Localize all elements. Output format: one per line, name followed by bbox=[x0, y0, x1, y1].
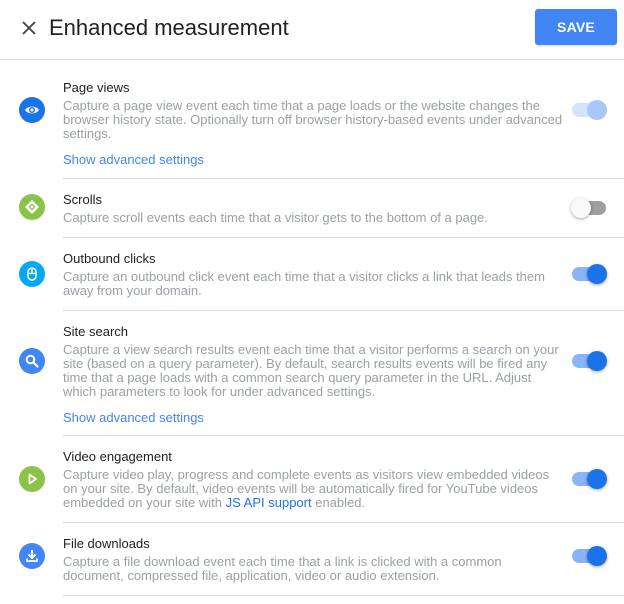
mouse-icon bbox=[19, 261, 45, 287]
video-engagement-toggle[interactable] bbox=[571, 469, 607, 489]
setting-name: Scrolls bbox=[63, 192, 103, 207]
setting-name: Outbound clicks bbox=[63, 251, 156, 266]
toggle-thumb bbox=[571, 198, 591, 218]
setting-description: Capture video play, progress and complet… bbox=[63, 468, 563, 510]
file-downloads-toggle[interactable] bbox=[571, 546, 607, 566]
description-text: enabled. bbox=[311, 495, 366, 510]
scrolls-toggle[interactable] bbox=[571, 198, 607, 218]
divider bbox=[63, 178, 624, 179]
setting-description: Capture an outbound click event each tim… bbox=[63, 269, 545, 298]
show-advanced-settings-link[interactable]: Show advanced settings bbox=[63, 152, 204, 167]
page-views-toggle[interactable] bbox=[571, 100, 607, 120]
setting-name: Page views bbox=[63, 80, 130, 95]
site-search-toggle[interactable] bbox=[571, 351, 607, 371]
search-icon bbox=[19, 348, 45, 374]
page-title: Enhanced measurement bbox=[49, 15, 289, 40]
setting-description: Capture a file download event each time … bbox=[63, 554, 502, 583]
setting-description: Capture a page view event each time that… bbox=[63, 98, 563, 141]
dialog-header: Enhanced measurement SAVE bbox=[0, 0, 624, 60]
close-icon bbox=[22, 21, 36, 35]
play-icon bbox=[19, 466, 45, 492]
close-button[interactable] bbox=[18, 17, 40, 39]
divider bbox=[63, 310, 624, 311]
toggle-thumb bbox=[587, 351, 607, 371]
toggle-thumb bbox=[587, 469, 607, 489]
scroll-icon bbox=[19, 194, 45, 220]
divider bbox=[63, 522, 624, 523]
toggle-thumb bbox=[587, 264, 607, 284]
eye-icon bbox=[19, 97, 45, 123]
show-advanced-settings-link[interactable]: Show advanced settings bbox=[63, 410, 204, 425]
divider bbox=[63, 435, 624, 436]
outbound-clicks-toggle[interactable] bbox=[571, 264, 607, 284]
download-icon bbox=[19, 543, 45, 569]
toggle-thumb bbox=[587, 546, 607, 566]
divider bbox=[63, 237, 624, 238]
setting-name: Site search bbox=[63, 324, 129, 339]
save-button[interactable]: SAVE bbox=[535, 9, 617, 45]
setting-name: File downloads bbox=[63, 536, 150, 551]
setting-description: Capture a view search results event each… bbox=[63, 342, 559, 399]
setting-description: Capture scroll events each time that a v… bbox=[63, 210, 488, 225]
setting-name: Video engagement bbox=[63, 449, 172, 464]
divider bbox=[63, 595, 624, 596]
js-api-support-link[interactable]: JS API support bbox=[226, 495, 312, 510]
toggle-thumb bbox=[587, 100, 607, 120]
